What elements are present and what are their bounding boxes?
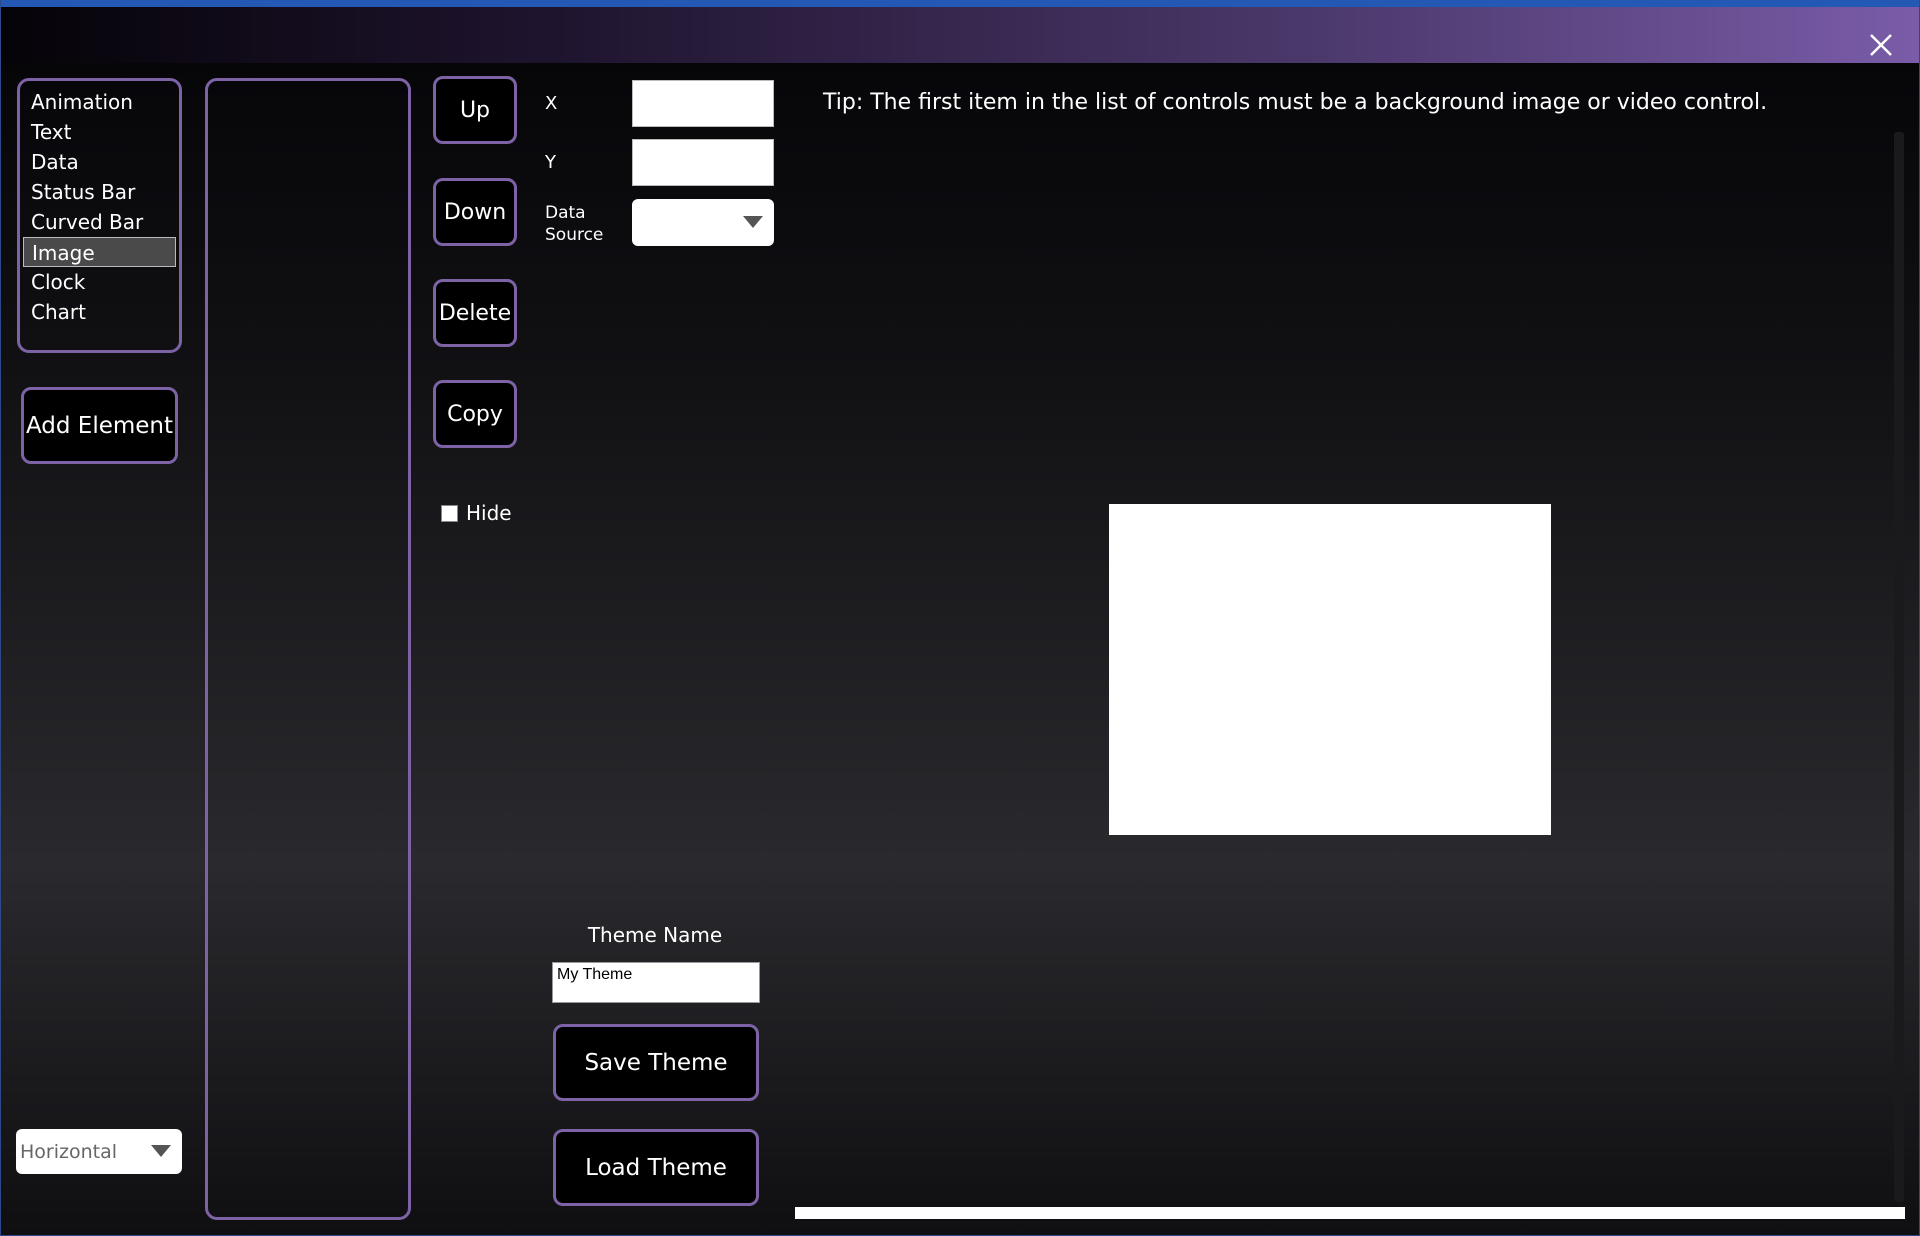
data-source-dropdown[interactable] [632,199,774,246]
theme-name-input[interactable]: My Theme [552,962,760,1003]
element-type-item[interactable]: Status Bar [23,177,176,207]
close-icon [1870,34,1892,56]
title-bar [1,0,1919,65]
x-label: X [545,93,558,114]
copy-button[interactable]: Copy [433,380,517,448]
close-button[interactable] [1861,25,1901,65]
element-type-item[interactable]: Animation [23,87,176,117]
element-type-list[interactable]: Animation Text Data Status Bar Curved Ba… [17,78,182,353]
chevron-down-icon [151,1145,171,1157]
theme-name-label: Theme Name [587,923,723,947]
y-label: Y [545,152,556,173]
orientation-dropdown[interactable]: Horizontal [16,1129,182,1174]
x-input[interactable] [632,80,774,127]
add-element-button[interactable]: Add Element [21,387,178,464]
move-down-button[interactable]: Down [433,178,517,246]
element-type-item[interactable]: Curved Bar [23,207,176,237]
control-list[interactable] [205,78,411,1220]
element-type-item[interactable]: Data [23,147,176,177]
hide-label: Hide [466,501,512,525]
horizontal-scrollbar[interactable] [795,1207,1905,1219]
move-up-button[interactable]: Up [433,76,517,144]
orientation-value: Horizontal [20,1140,118,1163]
preview-image-element[interactable] [1109,504,1551,835]
element-type-item[interactable]: Chart [23,297,176,327]
vertical-scrollbar[interactable] [1894,132,1904,1202]
load-theme-button[interactable]: Load Theme [553,1129,759,1206]
delete-button[interactable]: Delete [433,279,517,347]
element-type-item[interactable]: Clock [23,267,176,297]
tip-text: Tip: The first item in the list of contr… [823,90,1768,115]
data-source-label: Data Source [545,203,604,245]
element-type-item-selected[interactable]: Image [23,237,176,267]
chevron-down-icon [743,216,763,228]
element-type-item[interactable]: Text [23,117,176,147]
y-input[interactable] [632,139,774,186]
hide-checkbox-row: Hide [441,501,512,525]
hide-checkbox[interactable] [441,504,458,522]
save-theme-button[interactable]: Save Theme [553,1024,759,1101]
theme-editor-window: Animation Text Data Status Bar Curved Ba… [0,0,1920,1236]
